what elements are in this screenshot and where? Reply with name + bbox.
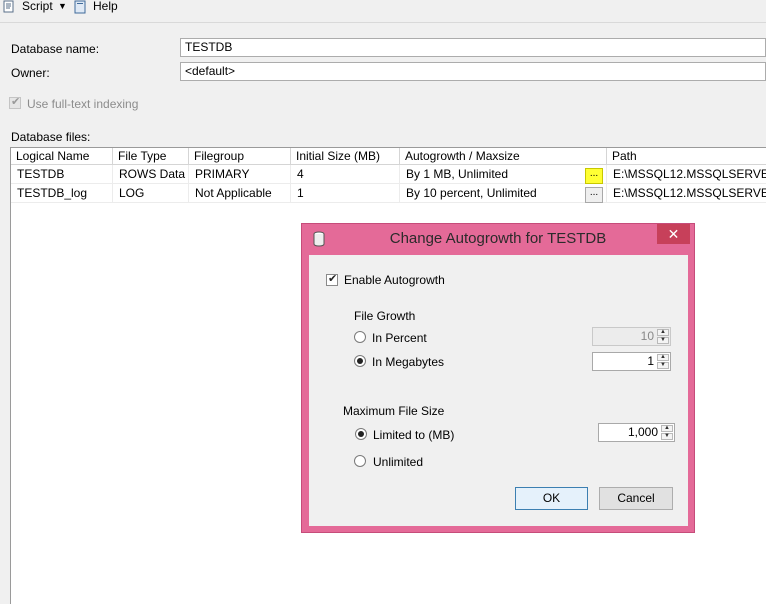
limited-to-value: 1,000 bbox=[627, 425, 658, 439]
cell-path[interactable]: E:\MSSQL12.MSSQLSERVER\ bbox=[607, 165, 766, 184]
limited-to-label[interactable]: Limited to (MB) bbox=[373, 428, 454, 442]
help-button[interactable]: Help bbox=[93, 0, 118, 14]
cell-path[interactable]: E:\MSSQL12.MSSQLSERVER\ bbox=[607, 184, 766, 203]
max-file-size-label: Maximum File Size bbox=[343, 404, 445, 418]
unlimited-radio[interactable] bbox=[354, 455, 366, 467]
in-megabytes-radio[interactable] bbox=[354, 355, 366, 367]
cell-initial-size[interactable]: 1 bbox=[291, 184, 400, 203]
close-button[interactable]: ✕ bbox=[657, 224, 690, 244]
column-header-filegroup[interactable]: Filegroup bbox=[189, 148, 291, 165]
in-percent-value: 10 bbox=[640, 329, 654, 343]
autogrowth-edit-button[interactable]: ... bbox=[585, 168, 603, 184]
cell-logical-name[interactable]: TESTDB bbox=[11, 165, 113, 184]
spinner-up-icon[interactable]: ▲ bbox=[657, 329, 669, 336]
in-megabytes-label[interactable]: In Megabytes bbox=[372, 355, 444, 369]
owner-field[interactable]: <default> bbox=[180, 62, 766, 81]
in-megabytes-spinner[interactable]: 1 ▲ ▼ bbox=[592, 352, 671, 371]
cancel-button[interactable]: Cancel bbox=[599, 487, 673, 510]
spinner-up-icon[interactable]: ▲ bbox=[657, 354, 669, 361]
in-megabytes-value: 1 bbox=[647, 354, 654, 368]
cell-autogrowth[interactable]: By 10 percent, Unlimited bbox=[400, 184, 607, 203]
dialog-title: Change Autogrowth for TESTDB bbox=[389, 230, 607, 247]
column-header-file-type[interactable]: File Type bbox=[113, 148, 189, 165]
script-icon[interactable] bbox=[2, 0, 16, 14]
cell-logical-name[interactable]: TESTDB_log bbox=[11, 184, 113, 203]
spinner-down-icon[interactable]: ▼ bbox=[657, 362, 669, 369]
ok-button[interactable]: OK bbox=[515, 487, 588, 510]
in-percent-radio[interactable] bbox=[354, 331, 366, 343]
cell-autogrowth[interactable]: By 1 MB, Unlimited bbox=[400, 165, 607, 184]
cell-file-type[interactable]: LOG bbox=[113, 184, 189, 203]
fulltext-label: Use full-text indexing bbox=[27, 97, 139, 111]
fulltext-checkbox[interactable]: ✔ bbox=[9, 96, 21, 109]
limited-to-spinner[interactable]: 1,000 ▲ ▼ bbox=[598, 423, 675, 442]
limited-to-radio[interactable] bbox=[355, 428, 367, 440]
in-percent-spinner[interactable]: 10 ▲ ▼ bbox=[592, 327, 671, 346]
autogrowth-edit-button[interactable]: ... bbox=[585, 187, 603, 203]
cell-filegroup[interactable]: Not Applicable bbox=[189, 184, 291, 203]
checkmark-icon: ✔ bbox=[11, 96, 21, 108]
spinner-up-icon[interactable]: ▲ bbox=[661, 425, 673, 432]
owner-label: Owner: bbox=[11, 66, 50, 80]
column-header-path[interactable]: Path bbox=[607, 148, 766, 165]
column-header-autogrowth[interactable]: Autogrowth / Maxsize bbox=[400, 148, 607, 165]
spinner-down-icon[interactable]: ▼ bbox=[661, 433, 673, 440]
script-dropdown-icon[interactable]: ▼ bbox=[58, 0, 67, 14]
script-button[interactable]: Script bbox=[22, 0, 53, 14]
in-percent-label[interactable]: In Percent bbox=[372, 331, 427, 345]
cell-initial-size[interactable]: 4 bbox=[291, 165, 400, 184]
change-autogrowth-dialog: Change Autogrowth for TESTDB ✕ ✔ Enable … bbox=[301, 223, 695, 533]
column-header-logical-name[interactable]: Logical Name bbox=[11, 148, 113, 165]
file-growth-label: File Growth bbox=[354, 309, 416, 323]
database-name-label: Database name: bbox=[11, 42, 100, 56]
help-icon[interactable] bbox=[74, 0, 88, 14]
dialog-body: ✔ Enable Autogrowth File Growth In Perce… bbox=[309, 255, 688, 526]
enable-autogrowth-label[interactable]: Enable Autogrowth bbox=[344, 273, 445, 287]
database-name-field[interactable]: TESTDB bbox=[180, 38, 766, 57]
cell-filegroup[interactable]: PRIMARY bbox=[189, 165, 291, 184]
toolbar: Script ▼ Help bbox=[0, 0, 766, 22]
enable-autogrowth-checkbox[interactable]: ✔ bbox=[326, 273, 338, 286]
column-header-initial-size[interactable]: Initial Size (MB) bbox=[291, 148, 400, 165]
cell-file-type[interactable]: ROWS Data bbox=[113, 165, 189, 184]
unlimited-label[interactable]: Unlimited bbox=[373, 455, 423, 469]
spinner-down-icon[interactable]: ▼ bbox=[657, 337, 669, 344]
checkmark-icon: ✔ bbox=[328, 273, 338, 285]
database-files-label: Database files: bbox=[11, 130, 91, 144]
